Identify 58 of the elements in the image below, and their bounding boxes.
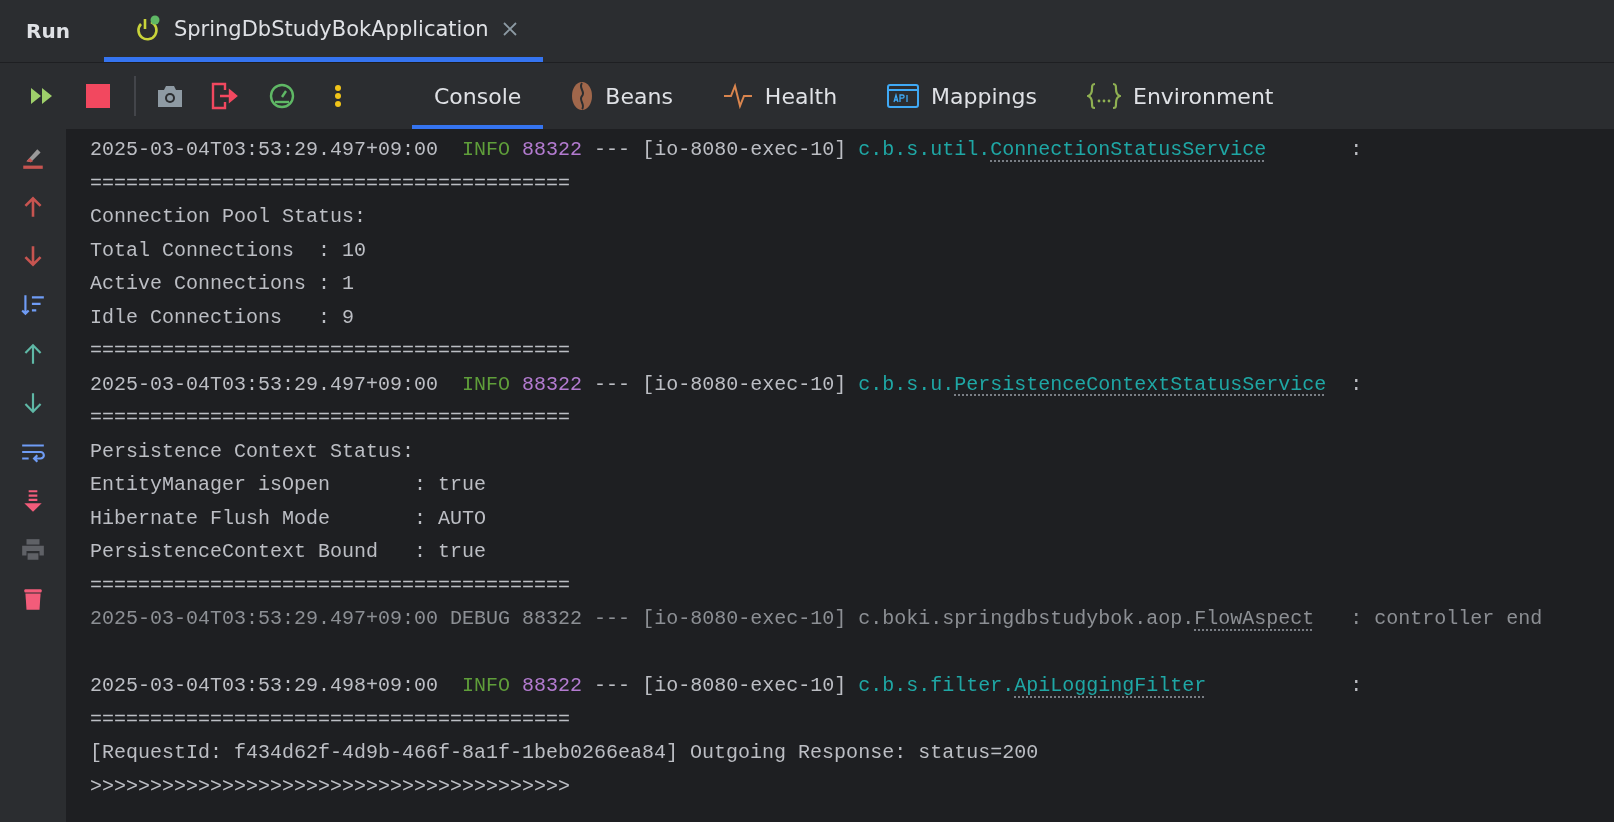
process-id: 88322 [522,371,583,398]
console-line: >>>>>>>>>>>>>>>>>>>>>>>>>>>>>>>>>>>>>>>> [90,773,571,800]
console-line: Active Connections : 1 [90,271,355,297]
log-message: : [1350,673,1363,699]
thread-name: [io-8080-exec-10] [642,137,847,163]
run-title: Run [26,19,70,43]
logger-class-link[interactable]: FlowAspect [1194,607,1315,630]
view-tab[interactable]: Mappings [865,63,1059,129]
view-tab[interactable]: Environment [1065,63,1296,129]
log-level: INFO [461,371,511,398]
log-level: INFO [461,137,511,163]
console-line: PersistenceContext Bound : true [90,539,487,565]
console-line: ======================================== [90,572,571,599]
log-level: INFO [461,673,511,699]
console-line: ======================================== [90,170,571,197]
console-line: Hibernate Flush Mode : AUTO [90,505,487,532]
log-message: : [1350,137,1363,163]
log-timestamp: 2025-03-04T03:53:29.497+09:00 [90,371,439,398]
log-level: DEBUG [450,606,511,632]
logger-package: c.b.s.util. [858,138,991,161]
view-tab[interactable]: Beans [549,63,695,129]
console-line: [RequestId: f434d62f-4d9b-466f-8a1f-1beb0266ea84] Outgoing Response: status=200 [90,740,1039,766]
console-line: Connection Pool Status: [90,204,367,230]
thread-name: [io-8080-exec-10] [642,371,847,398]
log-separator: --- [594,606,631,632]
log-separator: --- [594,371,631,398]
logger-package: c.b.s.u. [858,372,955,396]
logger-package: c.boki.springdbstudybok.aop. [858,607,1195,630]
logger-class-link[interactable]: PersistenceContextStatusService [954,372,1327,396]
log-timestamp: 2025-03-04T03:53:29.497+09:00 [90,606,439,632]
process-id: 88322 [522,606,583,632]
process-id: 88322 [522,673,583,699]
console-line: Persistence Context Status: [90,438,415,465]
thread-name: [io-8080-exec-10] [642,673,847,699]
api-icon [887,84,920,108]
log-message: : [1350,371,1363,398]
log-separator: --- [594,673,631,699]
log-separator: --- [594,137,631,163]
process-id: 88322 [522,137,583,163]
close-icon [500,19,519,38]
console-line: ======================================== [90,706,571,733]
thread-name: [io-8080-exec-10] [642,606,847,632]
braces-icon [1087,82,1121,110]
logger-package: c.b.s.filter. [858,674,1015,697]
logger-class-link[interactable]: ApiLoggingFilter [1014,674,1207,697]
console-line: EntityManager isOpen : true [90,472,487,498]
log-timestamp: 2025-03-04T03:53:29.497+09:00 [90,137,439,163]
pulse-icon [722,83,753,109]
console-line: ======================================== [90,338,571,364]
log-timestamp: 2025-03-04T03:53:29.498+09:00 [90,673,439,699]
log-message: : controller end [1350,606,1543,632]
console-line: Total Connections : 10 [90,237,367,264]
view-tab[interactable]: Health [700,63,860,129]
logger-class-link[interactable]: ConnectionStatusService [990,138,1267,161]
coffee-bean-icon [571,81,594,111]
console-line: Idle Connections : 9 [90,304,355,331]
console-line: ======================================== [90,405,571,431]
view-tab[interactable]: Console [412,63,544,129]
